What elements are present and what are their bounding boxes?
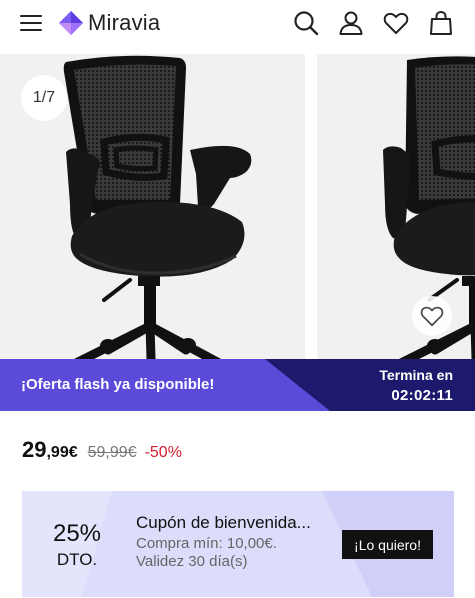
discount-badge: -50% [144, 444, 182, 461]
user-icon[interactable] [337, 9, 365, 37]
heart-icon [420, 306, 444, 327]
favorite-button[interactable] [412, 296, 452, 336]
flash-sale-text: ¡Oferta flash ya disponible! [21, 376, 215, 393]
bag-icon[interactable] [427, 9, 455, 37]
search-icon[interactable] [292, 9, 320, 37]
top-header: Miravia [0, 0, 475, 50]
logo-text: Miravia [88, 10, 161, 35]
claim-coupon-button[interactable]: ¡Lo quiero! [342, 530, 433, 559]
current-price-decimal: ,99€ [46, 444, 78, 461]
menu-icon[interactable] [20, 12, 44, 34]
heart-icon[interactable] [382, 9, 410, 37]
product-image-1[interactable]: 1/7 [0, 54, 305, 359]
product-gallery[interactable]: 1/7 [0, 54, 475, 359]
current-price-integer: 29 [22, 437, 47, 462]
welcome-coupon-card[interactable]: 25% DTO. Cupón de bienvenida... Compra m… [22, 491, 454, 597]
logo[interactable]: Miravia [58, 8, 160, 38]
coupon-percent: 25% [52, 520, 102, 547]
flash-countdown: 02:02:11 [391, 387, 453, 404]
price-row: 29 ,99€ 59,99€ -50% [22, 437, 182, 463]
flash-sale-banner: ¡Oferta flash ya disponible! Termina en … [0, 359, 475, 411]
coupon-dto-label: DTO. [56, 550, 98, 569]
flash-ends-label: Termina en [379, 367, 453, 383]
original-price: 59,99€ [87, 444, 137, 461]
image-counter: 1/7 [21, 75, 67, 121]
coupon-validity: Validez 30 día(s) [136, 553, 248, 570]
coupon-title: Cupón de bienvenida... [136, 513, 311, 532]
coupon-minimum-purchase: Compra mín: 10,00€. [136, 535, 277, 552]
miravia-logo-icon [59, 11, 83, 35]
